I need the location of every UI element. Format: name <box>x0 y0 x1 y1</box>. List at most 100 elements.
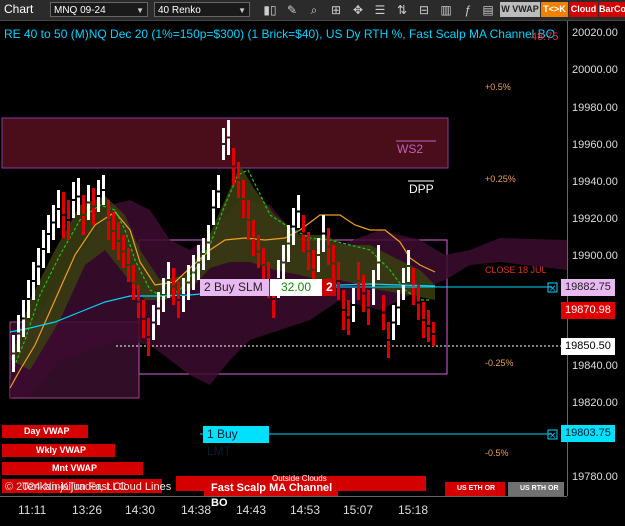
price-tick: 19780.00 <box>572 471 618 483</box>
up-brick <box>167 262 170 279</box>
down-brick <box>122 252 125 268</box>
barco-toggle[interactable]: BarCo <box>599 2 625 17</box>
down-brick <box>262 248 265 264</box>
down-brick <box>337 262 340 280</box>
price-tick: 19920.00 <box>572 213 618 225</box>
drawing-tools-icon[interactable]: ✎ <box>284 1 300 19</box>
down-brick <box>307 252 310 270</box>
up-brick <box>317 238 320 254</box>
down-brick <box>137 302 140 318</box>
chart-trader-icon[interactable]: ⇅ <box>394 1 410 19</box>
buy-slm-price[interactable]: 32.00 <box>270 279 322 296</box>
up-brick <box>57 190 60 208</box>
up-brick <box>12 335 15 353</box>
down-brick <box>137 285 140 301</box>
up-brick <box>57 210 60 228</box>
up-brick <box>222 128 225 143</box>
up-brick <box>402 285 405 300</box>
down-brick <box>117 242 120 260</box>
up-brick <box>22 319 25 337</box>
up-brick <box>87 185 90 202</box>
templates-icon[interactable]: ▤ <box>480 1 496 19</box>
close-order-icon[interactable]: × <box>547 282 558 294</box>
close-order-icon[interactable]: × <box>547 429 558 441</box>
bar-chart-icon[interactable]: ▥ <box>438 1 454 19</box>
down-brick <box>107 221 110 240</box>
time-tick: 11:11 <box>18 503 47 517</box>
chart-title: RE 40 to 50 (M)NQ Dec 20 (1%=150p=$300) … <box>4 27 556 41</box>
bar-style-icon[interactable]: ▮▯ <box>262 1 278 19</box>
up-brick <box>402 268 405 283</box>
time-axis[interactable]: 11:11 13:26 14:30 14:38 14:43 14:53 15:0… <box>0 496 567 526</box>
up-brick <box>12 354 15 372</box>
up-brick <box>42 250 45 268</box>
down-brick <box>382 295 385 312</box>
down-brick <box>367 308 370 325</box>
chart-menu-button[interactable]: Chart <box>4 2 40 17</box>
down-brick <box>237 162 240 179</box>
down-brick <box>112 212 115 230</box>
down-brick <box>367 290 370 307</box>
instrument-selector[interactable]: MNQ 09-24 ▼ <box>50 2 148 17</box>
time-tick: 15:18 <box>398 503 429 517</box>
up-brick <box>282 245 285 262</box>
down-brick <box>327 228 330 246</box>
down-brick <box>382 313 385 330</box>
buy-slm-order[interactable]: 2 Buy SLM <box>200 279 269 296</box>
down-brick <box>177 301 180 318</box>
down-brick <box>257 252 260 268</box>
down-brick <box>82 216 85 235</box>
crosshair-icon[interactable]: ⊞ <box>328 1 344 19</box>
bar-type-selector[interactable]: 40 Renko ▼ <box>154 2 250 17</box>
up-brick <box>72 182 75 199</box>
cloud-toggle[interactable]: Cloud <box>569 2 598 17</box>
up-brick <box>202 255 205 270</box>
up-brick <box>52 223 55 240</box>
up-brick <box>27 280 30 298</box>
time-tick: 15:07 <box>343 503 374 517</box>
down-brick <box>82 195 85 214</box>
up-brick <box>392 305 395 322</box>
pan-icon[interactable]: ✥ <box>350 1 366 19</box>
up-brick <box>42 230 45 248</box>
down-brick <box>232 167 235 185</box>
down-brick <box>257 235 260 251</box>
up-brick <box>157 309 160 325</box>
up-brick <box>17 334 20 352</box>
down-brick <box>252 239 255 256</box>
up-brick <box>207 243 210 260</box>
down-brick <box>267 262 270 279</box>
down-brick <box>242 200 245 218</box>
up-brick <box>407 250 410 265</box>
down-brick <box>242 180 245 198</box>
down-brick <box>147 338 150 356</box>
down-brick <box>357 262 360 280</box>
up-brick <box>222 145 225 160</box>
price-tick: 19960.00 <box>572 139 618 151</box>
up-brick <box>377 263 380 280</box>
down-brick <box>417 285 420 302</box>
properties-icon[interactable]: ☰ <box>372 1 388 19</box>
copyright-text: © 2024 NinjaTrader, LLC <box>5 481 127 493</box>
last-price-pill: 19870.98 <box>561 302 615 319</box>
pct-label-minus-0-5: -0.5% <box>485 448 509 458</box>
down-brick <box>67 200 70 219</box>
up-brick <box>157 292 160 308</box>
up-brick <box>227 138 230 155</box>
up-brick <box>377 245 380 262</box>
w-vwap-toggle[interactable]: W VWAP <box>500 2 540 17</box>
buy-slm-price-pill: 19882.75 <box>561 279 615 296</box>
price-tick: 20020.00 <box>572 27 618 39</box>
strategies-icon[interactable]: ⊟ <box>416 1 432 19</box>
up-brick <box>27 300 30 318</box>
zoom-icon[interactable]: ⌕ <box>306 1 322 19</box>
down-brick <box>117 222 120 240</box>
buy-slm-qty[interactable]: 2 <box>322 279 336 296</box>
down-brick <box>337 282 340 300</box>
tk-toggle[interactable]: T<>K <box>541 2 568 17</box>
price-axis[interactable]: 20020.00 20000.00 19980.00 19960.00 1994… <box>561 21 625 496</box>
down-brick <box>62 216 65 238</box>
up-brick <box>207 225 210 242</box>
buy-lmt-order[interactable]: 1 Buy LMT <box>203 426 269 458</box>
indicators-icon[interactable]: ƒ <box>460 1 476 19</box>
